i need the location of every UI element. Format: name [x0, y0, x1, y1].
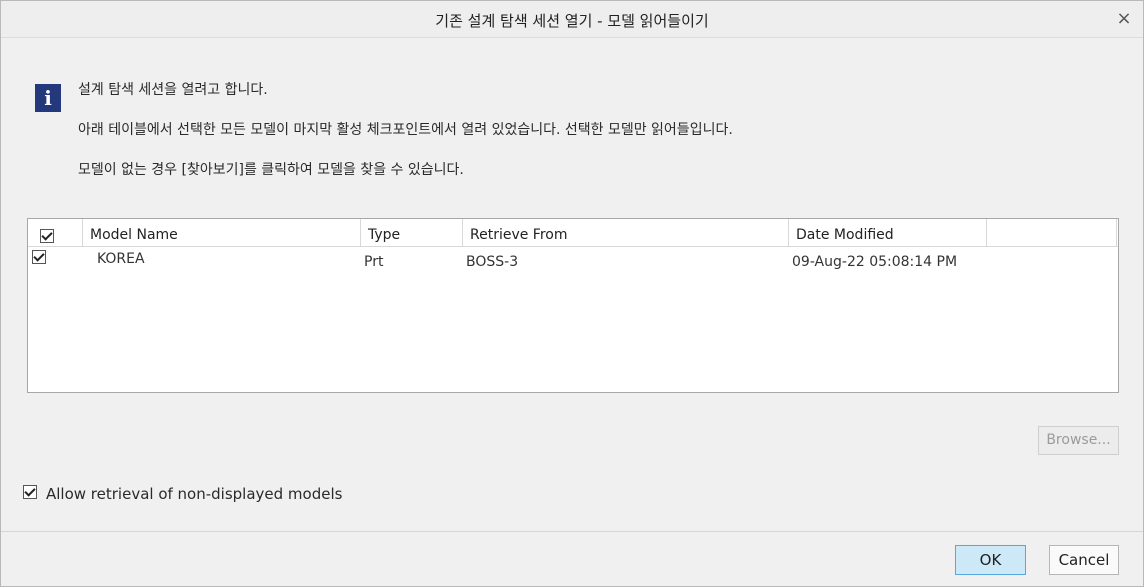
cell-retrieve-from: BOSS-3	[466, 254, 519, 270]
column-header-select	[28, 219, 83, 247]
column-header-date-modified[interactable]: Date Modified	[789, 219, 987, 247]
info-message-line2: 아래 테이블에서 선택한 모든 모델이 마지막 활성 체크포인트에서 열려 있었…	[78, 122, 733, 138]
cell-date-modified: 09-Aug-22 05:08:14 PM	[792, 254, 958, 270]
info-message-line3: 모델이 없는 경우 [찾아보기]를 클릭하여 모델을 찾을 수 있습니다.	[78, 162, 464, 178]
cell-type: Prt	[364, 254, 384, 270]
column-header-model-name[interactable]: Model Name	[83, 219, 361, 247]
cell-model-name: KOREA	[97, 251, 145, 267]
column-header-empty	[987, 219, 1117, 247]
browse-button[interactable]: Browse...	[1038, 426, 1119, 455]
table-header: Model Name Type Retrieve From Date Modif…	[28, 219, 1118, 247]
title-bar: 기존 설계 탐색 세션 열기 - 모델 읽어들이기 ×	[1, 1, 1143, 38]
models-table: Model Name Type Retrieve From Date Modif…	[27, 218, 1119, 393]
dialog-title: 기존 설계 탐색 세션 열기 - 모델 읽어들이기	[435, 12, 709, 30]
close-icon[interactable]: ×	[1113, 7, 1135, 31]
select-all-checkbox[interactable]	[40, 229, 54, 243]
column-header-retrieve-from[interactable]: Retrieve From	[463, 219, 789, 247]
ok-button[interactable]: OK	[955, 545, 1026, 575]
cancel-button[interactable]: Cancel	[1049, 545, 1119, 575]
row-checkbox[interactable]	[32, 250, 46, 264]
info-icon: i	[35, 84, 61, 112]
allow-retrieval-checkbox[interactable]	[23, 485, 37, 499]
info-message-line1: 설계 탐색 세션을 열려고 합니다.	[78, 82, 268, 98]
allow-retrieval-label[interactable]: Allow retrieval of non-displayed models	[46, 485, 342, 503]
retrieve-models-dialog: 기존 설계 탐색 세션 열기 - 모델 읽어들이기 × i 설계 탐색 세션을 …	[0, 0, 1144, 587]
dialog-footer: OK Cancel	[1, 531, 1143, 586]
column-header-type[interactable]: Type	[361, 219, 463, 247]
